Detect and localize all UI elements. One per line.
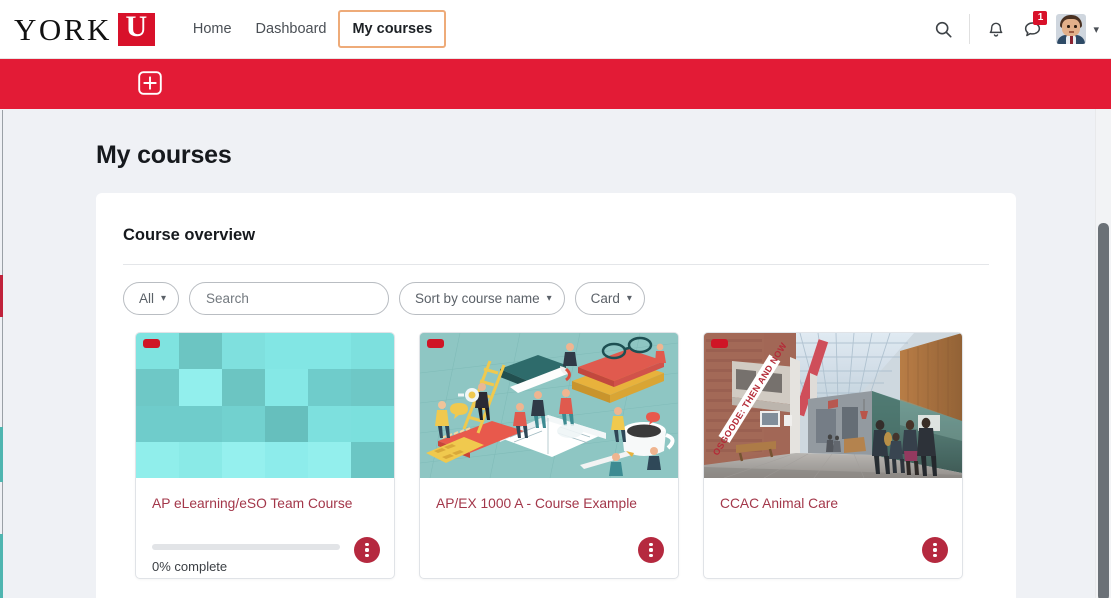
drawer-sliver-teal-2	[0, 534, 3, 598]
filter-dropdown-label: All	[139, 291, 155, 306]
mosaic-tile	[136, 405, 179, 442]
course-title-link[interactable]: AP/EX 1000 A - Course Example	[436, 495, 662, 513]
mosaic-tile	[308, 369, 351, 406]
course-overview-heading: Course overview	[123, 226, 256, 244]
top-navbar-actions: 1 ▾	[925, 0, 1111, 58]
sort-dropdown-label: Sort by course name	[415, 291, 540, 306]
mosaic-tile	[136, 369, 179, 406]
mosaic-tile	[179, 441, 222, 478]
course-card-image[interactable]: OSGOODE: THEN AND NOW	[704, 333, 962, 478]
course-filter-controls: All ▾ Sort by course name ▾ Card ▾	[96, 265, 1016, 315]
view-mode-dropdown[interactable]: Card ▾	[574, 282, 645, 315]
mosaic-tile	[222, 369, 265, 406]
mosaic-tile	[136, 441, 179, 478]
mosaic-tile	[179, 405, 222, 442]
mosaic-tile	[308, 405, 351, 442]
nav-item-my-courses[interactable]: My courses	[338, 10, 447, 48]
nav-item-dashboard[interactable]: Dashboard	[244, 12, 339, 46]
navbar-divider	[969, 14, 971, 44]
mosaic-tile	[308, 441, 351, 478]
messages-badge: 1	[1033, 11, 1048, 25]
secondary-red-bar	[0, 59, 1111, 109]
mosaic-tile	[222, 441, 265, 478]
brand-u-mark: U	[117, 9, 155, 46]
brand-u-letter: U	[125, 9, 148, 43]
course-card-body: CCAC Animal Care	[704, 478, 962, 578]
mosaic-tile	[351, 369, 394, 406]
photo-image: OSGOODE: THEN AND NOW	[704, 333, 962, 478]
vertical-scrollbar-track[interactable]	[1095, 109, 1111, 598]
avatar	[1056, 14, 1087, 44]
illustration-image	[420, 333, 678, 478]
user-menu[interactable]: ▾	[1050, 14, 1099, 44]
mosaic-tile	[351, 441, 394, 478]
search-icon[interactable]	[925, 9, 961, 49]
chevron-down-icon: ▾	[1093, 23, 1099, 36]
mosaic-tile	[179, 369, 222, 406]
course-title-link[interactable]: CCAC Animal Care	[720, 495, 946, 513]
tile-mosaic-image	[136, 333, 394, 478]
course-card-image[interactable]	[420, 333, 678, 478]
mosaic-tile	[265, 405, 308, 442]
course-kebab-menu-icon[interactable]	[638, 537, 664, 563]
course-title-link[interactable]: AP eLearning/eSO Team Course	[152, 495, 378, 513]
primary-navigation: Home Dashboard My courses	[181, 10, 447, 48]
app-root: YORK U Home Dashboard My courses 1 ▾ My …	[0, 0, 1111, 598]
sort-dropdown[interactable]: Sort by course name ▾	[399, 282, 565, 315]
page-body: My courses Course overview All ▾ Sort by…	[4, 110, 1104, 598]
hidden-course-badge	[143, 339, 160, 348]
mosaic-tile	[265, 369, 308, 406]
mosaic-tile	[308, 333, 351, 370]
hidden-course-badge	[711, 339, 728, 348]
course-card[interactable]: AP eLearning/eSO Team Course 0% complete	[135, 332, 395, 579]
plus-square-icon[interactable]	[137, 70, 163, 96]
course-card-body: AP eLearning/eSO Team Course 0% complete	[136, 478, 394, 578]
mosaic-tile	[351, 405, 394, 442]
progress-label: 0% complete	[152, 559, 228, 574]
course-overview-panel: Course overview All ▾ Sort by course nam…	[96, 193, 1016, 598]
filter-dropdown[interactable]: All ▾	[123, 282, 180, 315]
course-kebab-menu-icon[interactable]	[922, 537, 948, 563]
vertical-scrollbar-thumb[interactable]	[1098, 223, 1109, 598]
drawer-sliver-red	[0, 275, 3, 317]
york-u-logo[interactable]: YORK U	[14, 9, 155, 47]
collapsed-drawer-sliver[interactable]	[0, 110, 3, 598]
chevron-down-icon: ▾	[161, 293, 167, 304]
search-input[interactable]	[189, 282, 390, 315]
drawer-sliver-teal-1	[0, 427, 3, 482]
view-mode-label: Card	[590, 291, 620, 306]
course-card[interactable]: OSGOODE: THEN AND NOW CCAC Animal Care	[703, 332, 963, 579]
progress-track	[152, 544, 340, 550]
mosaic-tile	[265, 333, 308, 370]
brand-wordmark: YORK	[14, 11, 112, 47]
top-navbar: YORK U Home Dashboard My courses 1 ▾	[0, 0, 1111, 59]
hidden-course-badge	[427, 339, 444, 348]
mosaic-tile	[179, 333, 222, 370]
mosaic-tile	[351, 333, 394, 370]
course-progress-bar	[152, 544, 340, 550]
mosaic-tile	[222, 405, 265, 442]
chevron-down-icon: ▾	[546, 293, 552, 304]
course-card-list: AP eLearning/eSO Team Course 0% complete	[96, 315, 1016, 579]
course-card-body: AP/EX 1000 A - Course Example	[420, 478, 678, 578]
course-card[interactable]: AP/EX 1000 A - Course Example	[419, 332, 679, 579]
course-card-image[interactable]	[136, 333, 394, 478]
mosaic-tile	[265, 441, 308, 478]
messages-icon[interactable]: 1	[1014, 9, 1050, 49]
bell-icon[interactable]	[978, 9, 1014, 49]
page-title: My courses	[96, 141, 232, 169]
nav-item-home[interactable]: Home	[181, 12, 244, 46]
course-kebab-menu-icon[interactable]	[354, 537, 380, 563]
mosaic-tile	[222, 333, 265, 370]
chevron-down-icon: ▾	[626, 293, 632, 304]
